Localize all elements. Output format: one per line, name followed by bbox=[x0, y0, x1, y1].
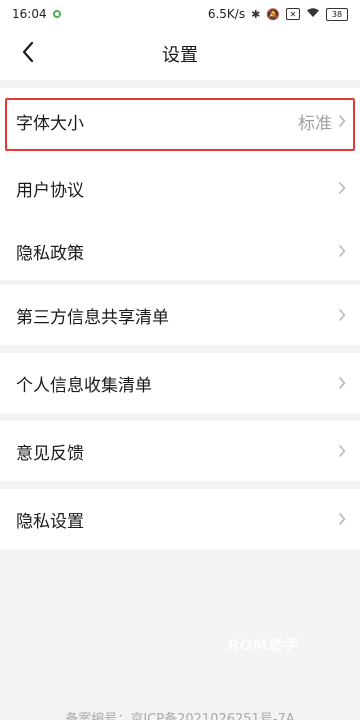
app-notification-icon bbox=[52, 10, 61, 18]
footer: 备案编号：京ICP备2021026251号-7A bbox=[0, 706, 360, 720]
battery-icon: 38 bbox=[326, 7, 348, 21]
mute-icon: 🔕 bbox=[266, 7, 280, 21]
settings-group-privacy-settings: 隐私设置 bbox=[0, 489, 360, 549]
bluetooth-icon: ✱ bbox=[251, 7, 261, 21]
chevron-right-icon bbox=[338, 308, 346, 322]
setting-privacy-policy[interactable]: 隐私政策 bbox=[0, 222, 360, 280]
wifi-icon bbox=[306, 7, 320, 21]
settings-group-third-party: 第三方信息共享清单 bbox=[0, 285, 360, 345]
settings-group-feedback: 意见反馈 bbox=[0, 421, 360, 481]
setting-label: 第三方信息共享清单 bbox=[16, 307, 169, 328]
setting-feedback[interactable]: 意见反馈 bbox=[0, 421, 360, 481]
chevron-right-icon bbox=[338, 244, 346, 258]
setting-label: 个人信息收集清单 bbox=[16, 375, 152, 396]
setting-label: 隐私政策 bbox=[16, 243, 84, 264]
status-time: 16:04 bbox=[12, 7, 47, 21]
chevron-right-icon bbox=[338, 376, 346, 390]
back-arrow-icon bbox=[21, 41, 35, 67]
status-bar: 16:04 6.5K/s ✱ 🔕 ✕ 38 bbox=[0, 0, 360, 28]
setting-personal-info-collection-list[interactable]: 个人信息收集清单 bbox=[0, 353, 360, 413]
setting-label: 字体大小 bbox=[16, 113, 84, 134]
chevron-right-icon bbox=[338, 114, 346, 128]
chevron-right-icon bbox=[338, 181, 346, 195]
settings-group-display: 字体大小 标准 bbox=[0, 88, 360, 154]
setting-font-size[interactable]: 字体大小 标准 bbox=[0, 88, 360, 154]
watermark-text: ROM助手 bbox=[228, 636, 298, 654]
icp-record: 备案编号：京ICP备2021026251号-7A bbox=[65, 712, 295, 720]
network-speed: 6.5K/s bbox=[207, 7, 246, 21]
setting-label: 用户协议 bbox=[16, 180, 84, 201]
setting-label: 隐私设置 bbox=[16, 511, 84, 532]
setting-label: 意见反馈 bbox=[16, 443, 84, 464]
page-title: 设置 bbox=[162, 45, 198, 66]
settings-group-personal-info: 个人信息收集清单 bbox=[0, 353, 360, 413]
chevron-right-icon bbox=[338, 512, 346, 526]
back-button[interactable] bbox=[12, 38, 44, 70]
app-header: 设置 bbox=[0, 28, 360, 80]
setting-user-agreement[interactable]: 用户协议 bbox=[0, 154, 360, 222]
settings-group-agreements: 用户协议 隐私政策 bbox=[0, 154, 360, 280]
setting-privacy-settings[interactable]: 隐私设置 bbox=[0, 489, 360, 549]
no-sim-icon: ✕ bbox=[286, 8, 300, 20]
chevron-right-icon bbox=[338, 444, 346, 458]
setting-third-party-sharing-list[interactable]: 第三方信息共享清单 bbox=[0, 285, 360, 345]
font-size-value: 标准 bbox=[298, 113, 332, 134]
